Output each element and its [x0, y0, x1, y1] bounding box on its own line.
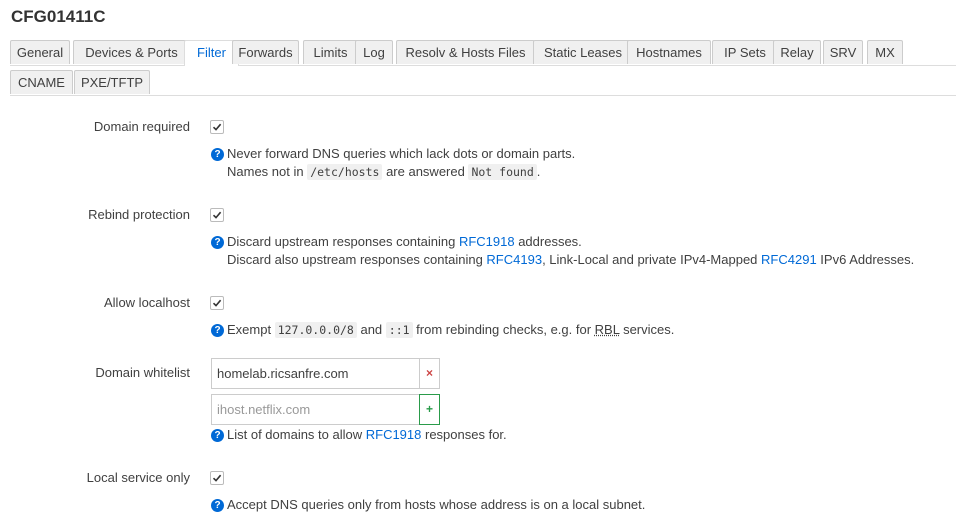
tab-ip-sets[interactable]: IP Sets [712, 40, 778, 64]
tab-forwards[interactable]: Forwards [232, 40, 299, 64]
domain-whitelist-label: Domain whitelist [95, 365, 190, 380]
rfc4291-link[interactable]: RFC4291 [761, 252, 817, 267]
local-service-only-label: Local service only [86, 470, 190, 485]
help-icon: ? [211, 236, 224, 249]
check-icon [212, 474, 222, 482]
domain-whitelist-help: ? List of domains to allow RFC1918 respon… [211, 426, 507, 444]
check-icon [212, 211, 222, 219]
domain-whitelist-new-input[interactable] [211, 394, 419, 425]
tab-resolv-hosts-files[interactable]: Resolv & Hosts Files [396, 40, 535, 64]
rfc4193-link[interactable]: RFC4193 [486, 252, 542, 267]
domain-required-help: ? Never forward DNS queries which lack do… [211, 145, 575, 181]
rebind-protection-checkbox[interactable] [210, 208, 224, 222]
remove-entry-button[interactable]: × [419, 358, 440, 389]
domain-required-label: Domain required [93, 119, 190, 134]
tab-srv[interactable]: SRV [823, 40, 863, 64]
domain-whitelist-value-input[interactable] [211, 358, 419, 389]
add-entry-button[interactable]: + [419, 394, 440, 425]
tab-pxe-tftp[interactable]: PXE/TFTP [74, 70, 150, 94]
tab-relay[interactable]: Relay [773, 40, 821, 64]
tab-limits[interactable]: Limits [303, 40, 358, 64]
domain-required-checkbox[interactable] [210, 120, 224, 134]
tab-row-2: CNAME PXE/TFTP [10, 70, 956, 96]
tab-mx[interactable]: MX [867, 40, 903, 64]
tab-hostnames[interactable]: Hostnames [627, 40, 711, 64]
tab-bar: General Devices & Ports Filter Forwards … [10, 40, 956, 96]
allow-localhost-help: ? Exempt 127.0.0.0/8 and ::1 from rebindi… [211, 321, 674, 339]
check-icon [212, 299, 222, 307]
local-service-only-help: ? Accept DNS queries only from hosts whos… [211, 496, 645, 514]
rfc1918-link[interactable]: RFC1918 [459, 234, 515, 249]
rbl-abbr: RBL [594, 322, 620, 337]
tab-static-leases[interactable]: Static Leases [533, 40, 633, 64]
allow-localhost-checkbox[interactable] [210, 296, 224, 310]
tab-filter[interactable]: Filter [184, 40, 239, 66]
check-icon [212, 123, 222, 131]
rebind-protection-help: ? Discard upstream responses containing R… [211, 233, 914, 269]
tab-log[interactable]: Log [355, 40, 393, 64]
help-icon: ? [211, 499, 224, 512]
page-title: CFG01411C [11, 7, 106, 26]
tab-cname[interactable]: CNAME [10, 70, 73, 94]
help-icon: ? [211, 148, 224, 161]
help-icon: ? [211, 324, 224, 337]
rebind-protection-label: Rebind protection [88, 207, 190, 222]
rfc1918-link[interactable]: RFC1918 [366, 427, 422, 442]
tab-general[interactable]: General [10, 40, 70, 64]
allow-localhost-label: Allow localhost [104, 295, 190, 310]
help-icon: ? [211, 429, 224, 442]
domain-whitelist-entry: × [211, 358, 440, 389]
tab-devices-ports[interactable]: Devices & Ports [73, 40, 190, 64]
tab-row-1: General Devices & Ports Filter Forwards … [10, 40, 956, 66]
domain-whitelist-new: + [211, 394, 440, 425]
local-service-only-checkbox[interactable] [210, 471, 224, 485]
